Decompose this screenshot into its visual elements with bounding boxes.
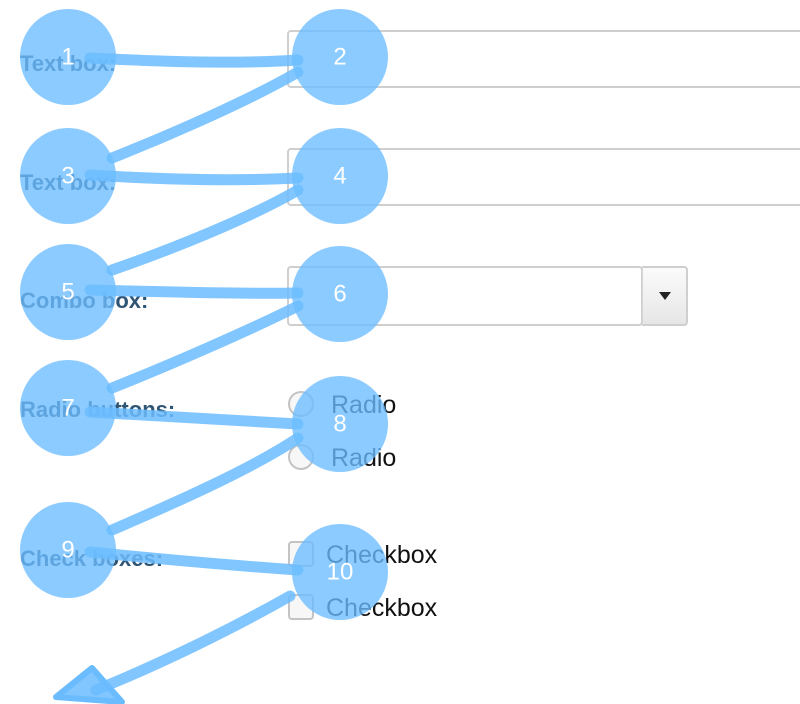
tab-order-path-3-4 <box>84 169 304 186</box>
checkbox-2[interactable] <box>288 594 314 620</box>
form-stage: Text box: Text box: Combo box: Radio but… <box>0 0 800 704</box>
tab-order-path-10-end <box>90 590 296 696</box>
radio-button-1[interactable] <box>288 391 314 417</box>
combo-box-field[interactable] <box>287 266 643 326</box>
text-box-label-1: Text box: <box>20 51 117 76</box>
radio-button-2[interactable] <box>288 444 314 470</box>
chevron-down-icon <box>658 292 671 300</box>
checkbox-option-label-1: Checkbox <box>326 541 438 569</box>
tab-order-path-4-5 <box>106 184 304 276</box>
check-boxes-label: Check boxes: <box>20 546 164 571</box>
radio-option-label-1: Radio <box>331 391 397 419</box>
text-box-input-2[interactable] <box>287 148 800 206</box>
tab-order-path-1-2 <box>84 52 304 68</box>
tab-order-path-8-9 <box>106 432 304 536</box>
text-box-input-1[interactable] <box>287 30 800 88</box>
checkbox-option-label-2: Checkbox <box>326 594 438 622</box>
checkbox-1[interactable] <box>288 541 314 567</box>
arrow-head-icon <box>53 665 125 704</box>
combo-box-label: Combo box: <box>20 288 149 313</box>
radio-option-label-2: Radio <box>331 444 397 472</box>
text-box-label-2: Text box: <box>20 170 117 195</box>
combo-box-dropdown-button[interactable] <box>642 266 688 326</box>
tab-order-path-6-7 <box>106 300 304 394</box>
tab-order-path-2-3 <box>106 66 304 164</box>
radio-buttons-label: Radio buttons: <box>20 397 176 422</box>
